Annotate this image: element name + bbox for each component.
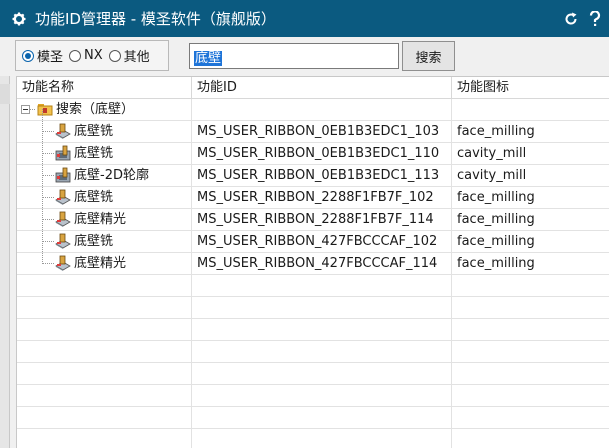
- function-id: MS_USER_RIBBON_2288F1FB7F_114: [192, 209, 452, 230]
- function-name: 底壁精光: [74, 256, 127, 271]
- face-milling-icon: [55, 233, 71, 249]
- empty-row: [17, 297, 609, 319]
- source-option-group: 模圣 NX 其他: [15, 40, 169, 71]
- column-header-id[interactable]: 功能ID: [192, 77, 452, 99]
- function-name: 底壁铣: [74, 146, 114, 161]
- empty-row: [17, 275, 609, 297]
- empty-row: [17, 363, 609, 385]
- function-id: MS_USER_RIBBON_0EB1B3EDC1_103: [192, 121, 452, 142]
- column-header-name[interactable]: 功能名称: [17, 77, 192, 99]
- radio-unselected-icon: [69, 49, 82, 62]
- left-panel-edge: [0, 76, 10, 448]
- table-row[interactable]: 底壁精光 MS_USER_RIBBON_427FBCCCAF_114 face_mi…: [17, 253, 609, 275]
- function-name: 底壁铣: [74, 124, 114, 139]
- function-icon-name: cavity_mill: [452, 165, 609, 186]
- help-icon[interactable]: [587, 10, 603, 27]
- function-id-manager-window: 功能ID管理器 - 模圣软件（旗舰版） 模圣 NX 其他 底壁 搜索 功能名称 …: [0, 0, 609, 448]
- collapse-icon[interactable]: [21, 105, 30, 114]
- empty-row: [17, 385, 609, 407]
- search-input[interactable]: 底壁: [189, 43, 399, 69]
- function-id: MS_USER_RIBBON_0EB1B3EDC1_110: [192, 143, 452, 164]
- cavity-mill-icon: [55, 167, 71, 183]
- cavity-mill-icon: [55, 145, 71, 161]
- function-id: MS_USER_RIBBON_0EB1B3EDC1_113: [192, 165, 452, 186]
- function-name: 底壁-2D轮廓: [74, 168, 149, 183]
- refresh-icon[interactable]: [563, 11, 579, 27]
- function-id: MS_USER_RIBBON_2288F1FB7F_102: [192, 187, 452, 208]
- face-milling-icon: [55, 123, 71, 139]
- function-id: MS_USER_RIBBON_427FBCCCAF_102: [192, 231, 452, 252]
- source-option-other[interactable]: 其他: [108, 46, 150, 65]
- source-option-nx[interactable]: NX: [69, 48, 103, 63]
- function-name: 底壁精光: [74, 212, 127, 227]
- function-id: MS_USER_RIBBON_427FBCCCAF_114: [192, 253, 452, 274]
- function-name: 底壁铣: [74, 234, 114, 249]
- radio-unselected-icon: [108, 49, 121, 62]
- function-icon-name: face_milling: [452, 231, 609, 252]
- tree-root-label: 搜索（底壁）: [56, 102, 135, 117]
- table-row[interactable]: 底壁铣 MS_USER_RIBBON_0EB1B3EDC1_110 cavity_m…: [17, 143, 609, 165]
- function-table: 功能名称 功能ID 功能图标 搜索（底壁） 底壁铣 MS_USER_RIBBON_0…: [16, 76, 609, 448]
- table-row[interactable]: 底壁精光 MS_USER_RIBBON_2288F1FB7F_114 face_mi…: [17, 209, 609, 231]
- window-title: 功能ID管理器 - 模圣软件（旗舰版）: [35, 10, 276, 28]
- face-milling-icon: [55, 255, 71, 271]
- function-icon-name: face_milling: [452, 253, 609, 274]
- table-row[interactable]: 底壁铣 MS_USER_RIBBON_427FBCCCAF_102 face_mil…: [17, 231, 609, 253]
- gear-icon: [11, 11, 27, 27]
- title-bar: 功能ID管理器 - 模圣软件（旗舰版）: [0, 0, 609, 37]
- function-icon-name: face_milling: [452, 121, 609, 142]
- function-icon-name: face_milling: [452, 187, 609, 208]
- function-icon-name: face_milling: [452, 209, 609, 230]
- search-button[interactable]: 搜索: [402, 41, 455, 71]
- table-header: 功能名称 功能ID 功能图标: [17, 77, 609, 99]
- table-row[interactable]: 底壁铣 MS_USER_RIBBON_2288F1FB7F_102 face_mil…: [17, 187, 609, 209]
- tree-root-row[interactable]: 搜索（底壁）: [17, 99, 609, 121]
- folder-icon: [37, 101, 53, 117]
- empty-row: [17, 407, 609, 429]
- table-row[interactable]: 底壁-2D轮廓 MS_USER_RIBBON_0EB1B3EDC1_113 cavi…: [17, 165, 609, 187]
- empty-row: [17, 341, 609, 363]
- function-name: 底壁铣: [74, 190, 114, 205]
- empty-row: [17, 319, 609, 341]
- empty-row: [17, 429, 609, 448]
- face-milling-icon: [55, 189, 71, 205]
- radio-selected-icon: [22, 49, 34, 62]
- column-header-icon[interactable]: 功能图标: [452, 77, 609, 99]
- face-milling-icon: [55, 211, 71, 227]
- source-option-mosheng[interactable]: 模圣: [22, 46, 63, 65]
- table-row[interactable]: 底壁铣 MS_USER_RIBBON_0EB1B3EDC1_103 face_mil…: [17, 121, 609, 143]
- function-icon-name: cavity_mill: [452, 143, 609, 164]
